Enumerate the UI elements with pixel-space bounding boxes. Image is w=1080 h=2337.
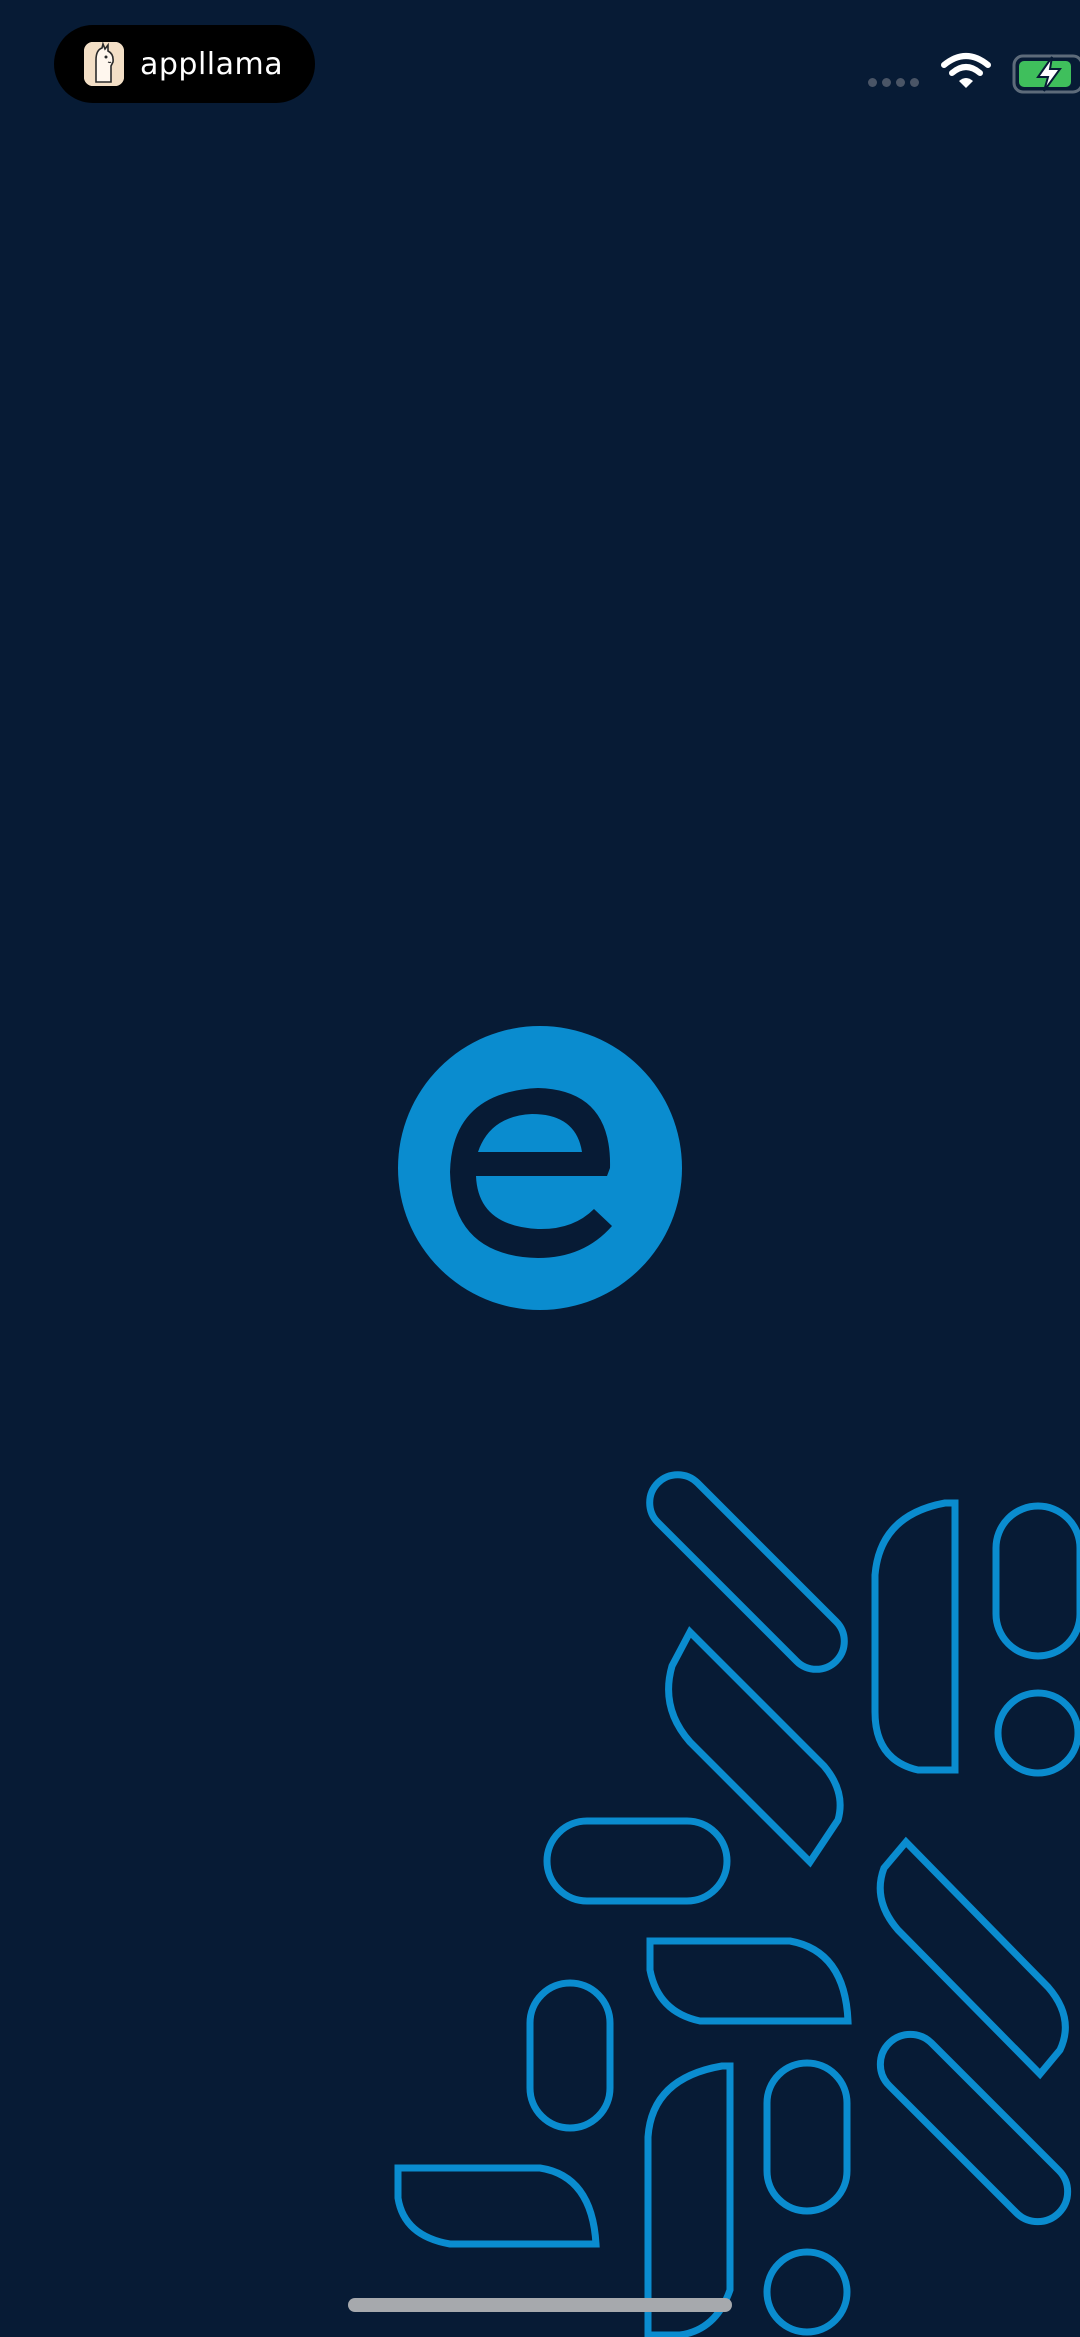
cellular-signal-icon [868,78,919,87]
home-indicator[interactable] [348,2298,732,2312]
battery-charging-icon [1012,54,1080,94]
splash-screen: appllama [0,0,1080,2337]
e-logo-icon [398,1026,682,1310]
app-name-label: appllama [140,46,284,82]
recording-app-pill: appllama [54,25,315,103]
status-icons [780,0,1080,160]
appllama-logo-icon [84,42,124,86]
wifi-icon [941,53,991,88]
